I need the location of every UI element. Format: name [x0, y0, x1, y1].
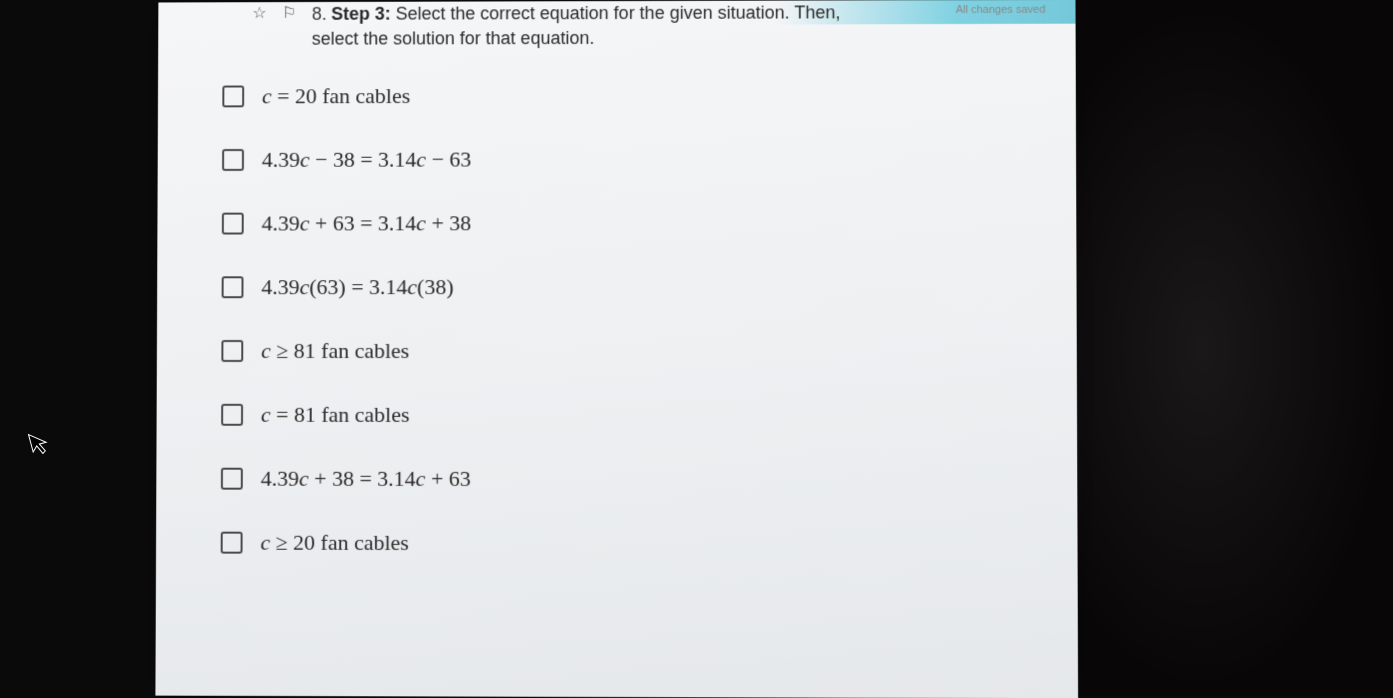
option-row: 4.39c + 38 = 3.14c + 63: [221, 466, 471, 492]
checkbox-option-8[interactable]: [221, 532, 243, 554]
question-body-line2: select the solution for that equation.: [312, 27, 841, 49]
option-text-1: c = 20 fan cables: [262, 83, 410, 109]
option-text-8: c ≥ 20 fan cables: [260, 530, 408, 556]
checkbox-option-4[interactable]: [222, 276, 244, 298]
options-list: c = 20 fan cables 4.39c − 38 = 3.14c − 6…: [220, 83, 471, 594]
checkbox-option-5[interactable]: [221, 340, 243, 362]
option-text-2: 4.39c − 38 = 3.14c − 63: [262, 147, 472, 173]
star-icon[interactable]: ☆: [252, 4, 272, 24]
option-row: 4.39c(63) = 3.14c(38): [222, 274, 472, 300]
question-body-line1: Select the correct equation for the give…: [391, 2, 841, 23]
checkbox-option-3[interactable]: [222, 213, 244, 235]
option-row: c = 81 fan cables: [221, 402, 471, 428]
cursor-icon: [26, 428, 54, 465]
option-text-7: 4.39c + 38 = 3.14c + 63: [261, 466, 471, 492]
option-row: 4.39c − 38 = 3.14c − 63: [222, 147, 471, 173]
checkbox-option-6[interactable]: [221, 404, 243, 426]
question-step-title: Step 3:: [331, 4, 391, 24]
question-header: ☆ ⚐ 8. Step 3: Select the correct equati…: [252, 2, 840, 49]
save-status-text: All changes saved: [956, 4, 1046, 16]
question-number: 8.: [312, 4, 327, 24]
option-text-4: 4.39c(63) = 3.14c(38): [261, 274, 453, 300]
flag-icon[interactable]: ⚐: [282, 4, 302, 24]
question-text-block: 8. Step 3: Select the correct equation f…: [312, 2, 841, 49]
option-text-6: c = 81 fan cables: [261, 402, 410, 428]
option-row: c ≥ 81 fan cables: [221, 338, 471, 364]
option-row: 4.39c + 63 = 3.14c + 38: [222, 210, 471, 236]
checkbox-option-7[interactable]: [221, 468, 243, 490]
dark-background-right: [1075, 0, 1393, 696]
option-text-5: c ≥ 81 fan cables: [261, 338, 409, 364]
option-row: c ≥ 20 fan cables: [221, 530, 471, 556]
checkbox-option-1[interactable]: [222, 85, 244, 107]
quiz-screen: All changes saved ☆ ⚐ 8. Step 3: Select …: [155, 0, 1078, 698]
option-row: c = 20 fan cables: [222, 83, 471, 109]
option-text-3: 4.39c + 63 = 3.14c + 38: [262, 210, 472, 236]
checkbox-option-2[interactable]: [222, 149, 244, 171]
